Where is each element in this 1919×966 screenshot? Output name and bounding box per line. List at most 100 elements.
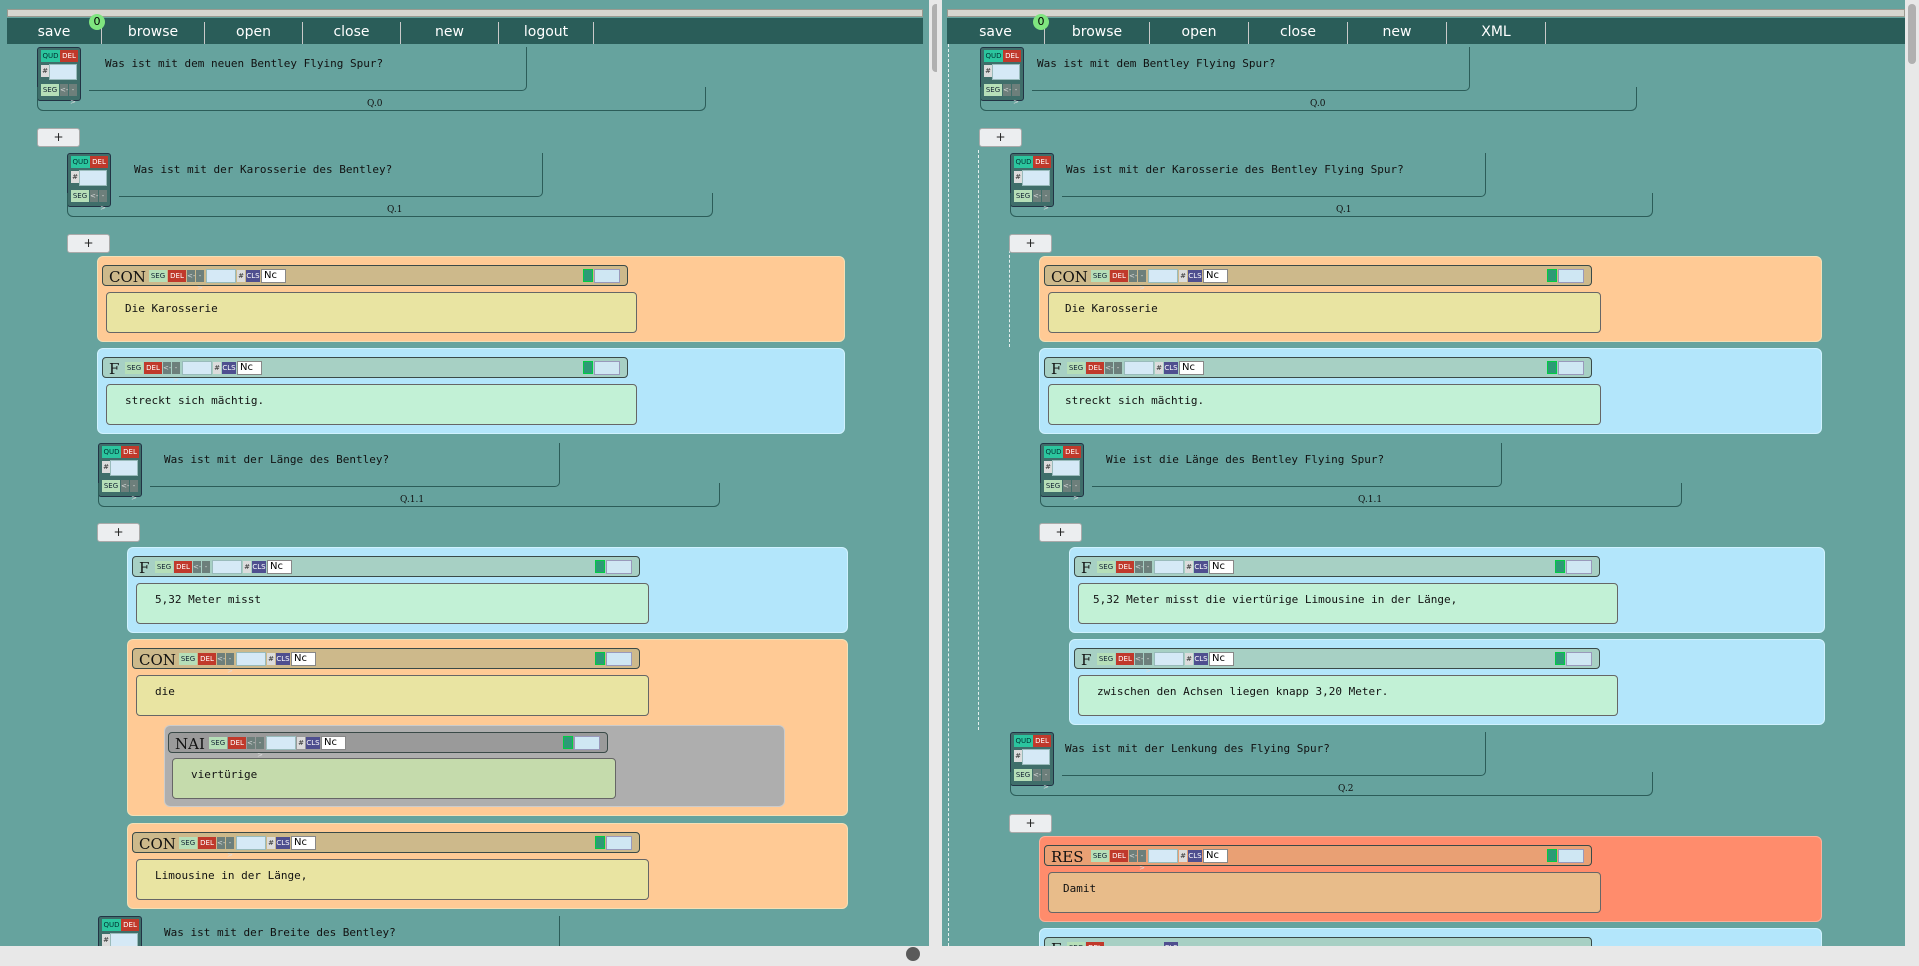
download-icon[interactable] <box>1555 560 1565 573</box>
move-left-button[interactable]: <- <box>217 653 225 665</box>
segment-id-input[interactable] <box>1148 269 1178 283</box>
cls-button[interactable]: CLS <box>222 362 236 374</box>
move-left-button[interactable]: <- <box>187 270 195 282</box>
hash-button[interactable]: # <box>1185 653 1193 665</box>
segment-extra-input[interactable] <box>574 736 600 750</box>
menu-xml[interactable]: XML <box>1447 22 1546 44</box>
segment-id-input[interactable] <box>1154 652 1184 666</box>
cls-button[interactable]: CLS <box>1164 362 1178 374</box>
move-left-button[interactable]: <- <box>193 561 201 573</box>
qud-button[interactable]: QUD <box>984 50 1003 62</box>
cls-button[interactable]: CLS <box>306 737 320 749</box>
move-left-button[interactable]: <- <box>163 362 171 374</box>
delete-button[interactable]: DEL <box>1110 850 1128 862</box>
segment-id-input[interactable] <box>236 652 266 666</box>
cls-button[interactable]: CLS <box>1194 561 1208 573</box>
cls-button[interactable]: CLS <box>246 270 260 282</box>
hash-button[interactable]: # <box>237 270 245 282</box>
qud-button[interactable]: QUD <box>102 446 121 458</box>
segment-text-field[interactable]: Damit <box>1048 872 1601 913</box>
segment-id-input[interactable] <box>1154 560 1184 574</box>
segment-text-field[interactable]: viertürige <box>172 758 616 799</box>
seg-button[interactable]: SEG <box>1091 270 1109 282</box>
nc-select[interactable]: Nc <box>1203 849 1228 863</box>
seg-button[interactable]: SEG <box>149 270 167 282</box>
seg-button[interactable]: SEG <box>1097 653 1115 665</box>
download-icon[interactable] <box>1547 849 1557 862</box>
segment-extra-input[interactable] <box>1558 269 1584 283</box>
add-node-button[interactable]: + <box>67 234 110 253</box>
delete-button[interactable]: DEL <box>60 50 78 62</box>
cls-button[interactable]: CLS <box>1188 270 1202 282</box>
nc-select[interactable]: Nc <box>1179 361 1204 375</box>
qud-button[interactable]: QUD <box>1014 156 1033 168</box>
move-left-button[interactable]: <- <box>1129 270 1137 282</box>
delete-button[interactable]: DEL <box>1033 735 1051 747</box>
delete-button[interactable]: DEL <box>1063 446 1081 458</box>
qud-id-input[interactable] <box>110 933 138 946</box>
segment-id-input[interactable] <box>212 560 242 574</box>
move-right-button[interactable]: -> <box>196 270 204 292</box>
move-right-button[interactable]: -> <box>226 837 234 859</box>
download-icon[interactable] <box>583 269 593 282</box>
delete-button[interactable]: DEL <box>1033 156 1051 168</box>
move-right-button[interactable]: -> <box>256 737 264 759</box>
delete-button[interactable]: DEL <box>198 837 216 849</box>
delete-button[interactable]: DEL <box>1086 942 1104 946</box>
seg-button[interactable]: SEG <box>1067 942 1085 946</box>
nc-select[interactable]: Nc <box>1209 560 1234 574</box>
segment-text-field[interactable]: Limousine in der Länge, <box>136 859 649 900</box>
add-node-button[interactable]: + <box>1009 234 1052 253</box>
hash-button[interactable]: # <box>267 837 275 849</box>
delete-button[interactable]: DEL <box>168 270 186 282</box>
cls-button[interactable]: CLS <box>276 653 290 665</box>
hash-button[interactable]: # <box>1014 750 1022 762</box>
move-left-button[interactable]: <- <box>1105 362 1113 374</box>
add-node-button[interactable]: + <box>979 128 1022 147</box>
segment-extra-input[interactable] <box>1566 652 1592 666</box>
download-icon[interactable] <box>595 652 605 665</box>
hash-button[interactable]: # <box>1179 850 1187 862</box>
menu-logout[interactable]: logout <box>499 22 594 44</box>
seg-button[interactable]: SEG <box>155 561 173 573</box>
segment-extra-input[interactable] <box>594 361 620 375</box>
qud-id-input[interactable] <box>1052 460 1080 476</box>
hash-button[interactable]: # <box>41 65 49 77</box>
delete-button[interactable]: DEL <box>198 653 216 665</box>
seg-button[interactable]: SEG <box>125 362 143 374</box>
nc-select[interactable]: Nc <box>291 836 316 850</box>
hash-button[interactable]: # <box>297 737 305 749</box>
menu-new[interactable]: new <box>401 22 499 44</box>
hash-button[interactable]: # <box>213 362 221 374</box>
segment-extra-input[interactable] <box>606 836 632 850</box>
nc-select[interactable]: Nc <box>1203 269 1228 283</box>
segment-extra-input[interactable] <box>1566 560 1592 574</box>
right-scroll-thumb[interactable] <box>1908 4 1916 64</box>
nc-select[interactable]: Nc <box>1209 652 1234 666</box>
segment-text-field[interactable]: 5,32 Meter misst die viertürige Limousin… <box>1078 583 1618 624</box>
delete-button[interactable]: DEL <box>121 446 139 458</box>
seg-button[interactable]: SEG <box>1097 561 1115 573</box>
move-left-button[interactable]: <- <box>1135 561 1143 573</box>
hash-button[interactable]: # <box>267 653 275 665</box>
menu-close[interactable]: close <box>1249 22 1348 44</box>
qud-button[interactable]: QUD <box>71 156 90 168</box>
segment-extra-input[interactable] <box>1558 361 1584 375</box>
move-left-button[interactable]: <- <box>217 837 225 849</box>
hash-button[interactable]: # <box>102 934 110 946</box>
menu-browse[interactable]: browse <box>102 22 205 44</box>
menu-new[interactable]: new <box>1348 22 1447 44</box>
menu-browse[interactable]: browse <box>1045 22 1150 44</box>
qud-button[interactable]: QUD <box>1014 735 1033 747</box>
move-left-button[interactable]: <- <box>1135 653 1143 665</box>
menu-save[interactable]: save <box>947 22 1045 44</box>
segment-id-input[interactable] <box>206 269 236 283</box>
qud-button[interactable]: QUD <box>1044 446 1063 458</box>
move-right-button[interactable]: -> <box>1114 362 1122 384</box>
segment-id-input[interactable] <box>1148 849 1178 863</box>
segment-extra-input[interactable] <box>606 652 632 666</box>
qud-id-input[interactable] <box>992 64 1020 80</box>
seg-button[interactable]: SEG <box>179 837 197 849</box>
segment-extra-input[interactable] <box>606 560 632 574</box>
segment-id-input[interactable] <box>1124 361 1154 375</box>
